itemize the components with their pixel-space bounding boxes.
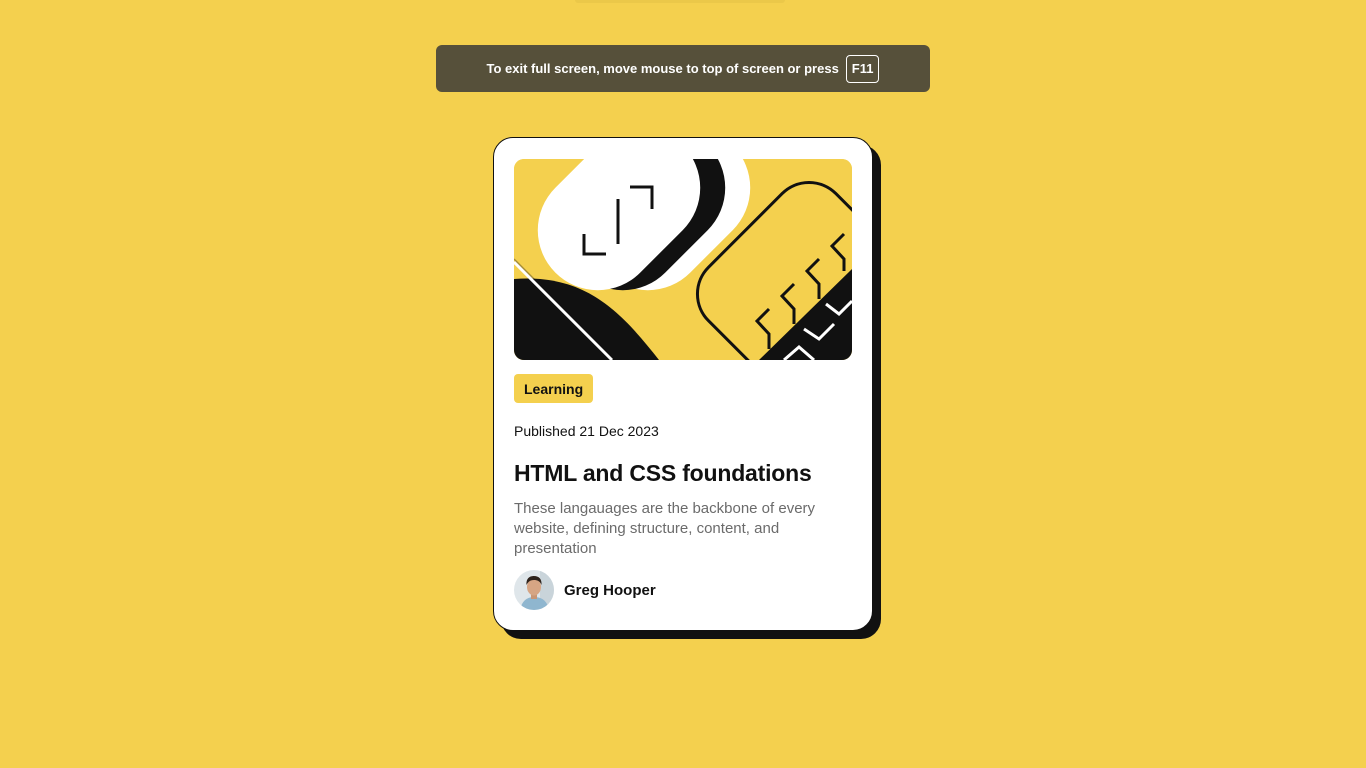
f11-key-badge: F11: [845, 54, 880, 83]
avatar-portrait-icon: [514, 570, 554, 610]
page: To exit full screen, move mouse to top o…: [0, 0, 1366, 768]
card-description: These langauages are the backbone of eve…: [514, 500, 816, 557]
illustration-graphic: [514, 159, 852, 360]
fullscreen-top-hint[interactable]: [575, 0, 785, 3]
card-illustration: [514, 159, 852, 360]
author-avatar: [514, 570, 554, 610]
card-title[interactable]: HTML and CSS foundations: [514, 460, 812, 487]
published-date: Published 21 Dec 2023: [514, 423, 659, 439]
fullscreen-exit-message: To exit full screen, move mouse to top o…: [486, 61, 839, 76]
blog-preview-card: Learning Published 21 Dec 2023 HTML and …: [493, 137, 873, 631]
author: Greg Hooper: [514, 570, 656, 610]
fullscreen-exit-banner: To exit full screen, move mouse to top o…: [436, 45, 930, 92]
category-tag: Learning: [514, 374, 594, 403]
author-name: Greg Hooper: [564, 581, 656, 599]
